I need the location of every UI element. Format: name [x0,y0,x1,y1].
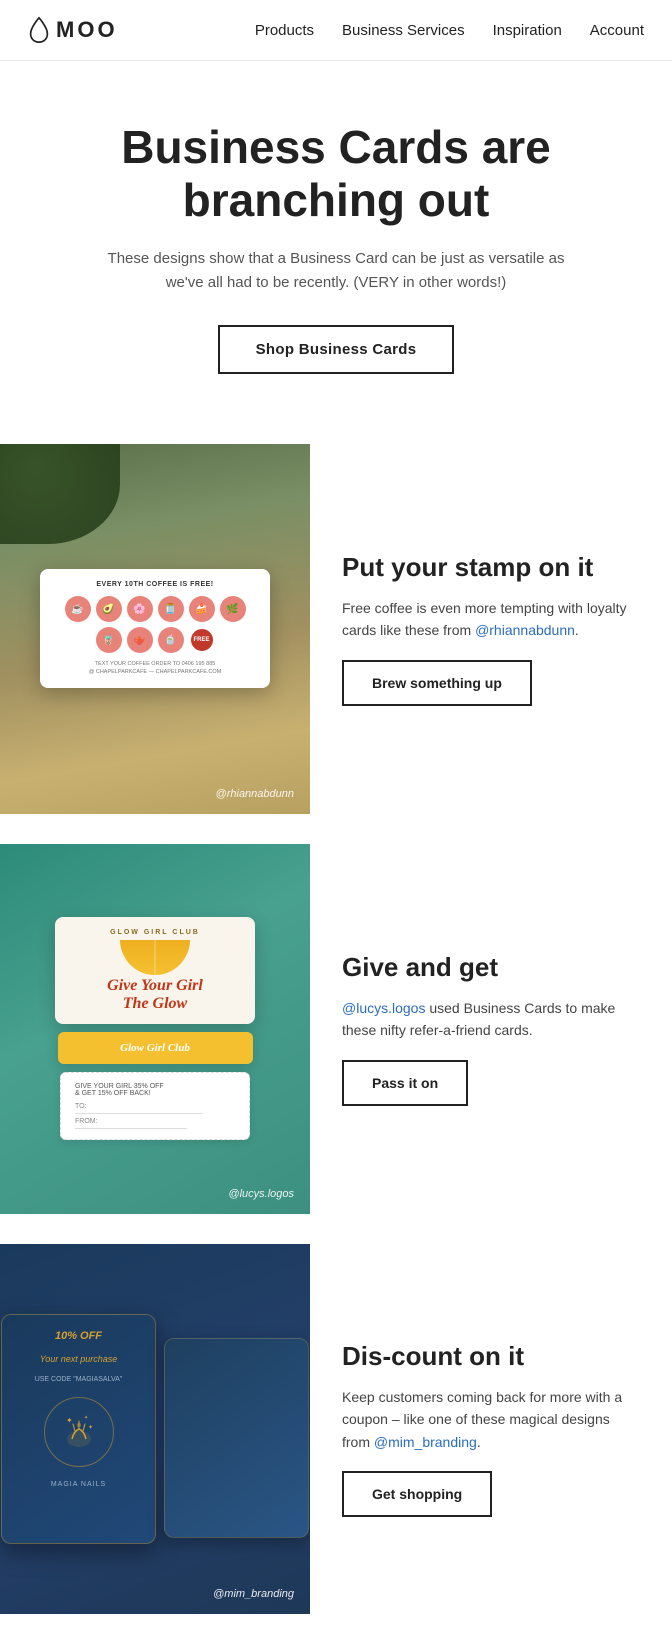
hero-section: Business Cards are branching out These d… [0,61,672,414]
glow-section-desc: @lucys.logos used Business Cards to make… [342,997,640,1042]
coffee-image-credit: @rhiannabdunn [216,788,294,800]
glow-image-credit: @lucys.logos [228,1188,294,1200]
nails-section-desc: Keep customers coming back for more with… [342,1386,640,1453]
shop-business-cards-button[interactable]: Shop Business Cards [218,325,455,374]
svg-text:✦: ✦ [66,1416,73,1425]
pass-it-on-button[interactable]: Pass it on [342,1060,468,1106]
glow-section-title: Give and get [342,952,640,983]
coffee-instagram-link[interactable]: @rhiannabdunn [475,622,575,638]
nails-instagram-link[interactable]: @mim_branding [374,1434,477,1450]
glow-content: Give and get @lucys.logos used Business … [310,844,672,1214]
nails-content: Dis-count on it Keep customers coming ba… [310,1244,672,1614]
glow-section: GLOW GIRL CLUB Give Your Girl The Glow [0,844,672,1214]
nails-section-title: Dis-count on it [342,1341,640,1372]
coffee-section: Every 10th Coffee is Free! ☕ 🥑 🌸 🫙 🍰 🌿 🧋… [0,444,672,814]
brew-something-up-button[interactable]: Brew something up [342,660,532,706]
coffee-section-desc: Free coffee is even more tempting with l… [342,597,640,642]
navigation: MOO Products Business Services Inspirati… [0,0,672,61]
logo-text: MOO [56,17,118,43]
svg-text:✦: ✦ [88,1424,93,1431]
nails-image: 10% OFF Your next purchase USE CODE "MAG… [0,1244,310,1614]
glow-instagram-link[interactable]: @lucys.logos [342,1000,425,1016]
nails-image-credit: @mim_branding [213,1588,294,1600]
coffee-image: Every 10th Coffee is Free! ☕ 🥑 🌸 🫙 🍰 🌿 🧋… [0,444,310,814]
moo-droplet-icon [28,16,50,44]
hero-subtitle: These designs show that a Business Card … [96,247,576,295]
nav-products[interactable]: Products [255,22,314,39]
glow-image: GLOW GIRL CLUB Give Your Girl The Glow [0,844,310,1214]
nav-links: Products Business Services Inspiration A… [255,22,644,39]
svg-text:✦: ✦ [84,1415,88,1421]
nav-inspiration[interactable]: Inspiration [493,22,562,39]
nav-account[interactable]: Account [590,22,644,39]
nails-section: 10% OFF Your next purchase USE CODE "MAG… [0,1244,672,1614]
logo[interactable]: MOO [28,16,118,44]
coffee-content: Put your stamp on it Free coffee is even… [310,444,672,814]
get-shopping-button[interactable]: Get shopping [342,1471,492,1517]
nav-business-services[interactable]: Business Services [342,22,465,39]
coffee-section-title: Put your stamp on it [342,552,640,583]
hero-title: Business Cards are branching out [60,121,612,227]
